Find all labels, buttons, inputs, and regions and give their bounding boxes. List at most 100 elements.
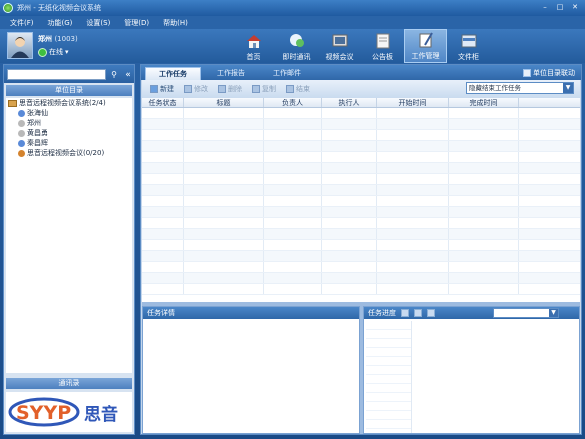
edit-progress-icon[interactable] [414, 309, 422, 317]
table-row[interactable] [142, 251, 580, 262]
dept-link-toggle[interactable]: 单位目录联动 [523, 68, 575, 78]
directory-header: 单位目录 [6, 85, 132, 96]
column-header[interactable]: 完成时间 [449, 98, 519, 107]
toolbar-chat[interactable]: 即时通讯 [275, 29, 318, 63]
progress-filter-select[interactable]: ▼ [493, 308, 559, 318]
user-icon [18, 129, 25, 137]
task-progress-panel: 任务进度 ▼ [363, 306, 580, 434]
tree-label: 思音远程视频会议系统(2/4) [19, 99, 106, 107]
online-status-icon [38, 47, 47, 57]
column-header[interactable]: 执行人 [322, 98, 377, 107]
task-filter-select[interactable]: 隐藏结束工作任务 ▼ [466, 82, 574, 94]
table-row[interactable] [142, 207, 580, 218]
delete-task-button[interactable]: 删除 [218, 84, 242, 94]
directory-tree: 思音远程视频会议系统(2/4) 张海仙 郑州 黄昌勇 秦昌辉 思音远程视频会议(… [6, 98, 132, 373]
edit-task-button[interactable]: 修改 [184, 84, 208, 94]
table-row[interactable] [142, 152, 580, 163]
chevron-down-icon: ▾ [65, 48, 69, 56]
tab-mail[interactable]: 工作邮件 [259, 67, 315, 80]
table-row[interactable] [142, 174, 580, 185]
tree-user[interactable]: 黄昌勇 [6, 128, 132, 138]
tab-bar: 工作任务 工作报告 工作邮件 单位目录联动 [141, 65, 581, 80]
menu-bar: 文件(F) 功能(G) 设置(S) 管理(D) 帮助(H) [0, 16, 585, 29]
tree-label: 秦昌辉 [27, 139, 48, 147]
table-row[interactable] [142, 196, 580, 207]
task-detail-panel: 任务详情 [142, 306, 360, 434]
table-row[interactable] [142, 262, 580, 273]
menu-file[interactable]: 文件(F) [10, 18, 34, 28]
title-bar[interactable]: 郑州 - 无纸化视频会议系统 – □ ✕ [0, 0, 585, 16]
progress-list [366, 321, 412, 433]
table-row[interactable] [142, 218, 580, 229]
contacts-header[interactable]: 通讯录 [6, 378, 132, 389]
table-row[interactable] [142, 240, 580, 251]
collapse-icon[interactable]: « [122, 70, 134, 80]
toolbar-home-label: 首页 [246, 53, 261, 61]
column-header[interactable]: 开始时间 [377, 98, 449, 107]
column-header[interactable]: 负责人 [264, 98, 322, 107]
task-progress-title: 任务进度 [368, 309, 396, 317]
copy-icon [252, 85, 260, 93]
task-icon [419, 32, 433, 48]
task-detail-header: 任务详情 [143, 307, 359, 319]
tree-root[interactable]: 思音远程视频会议系统(2/4) [6, 98, 132, 108]
task-filter-value: 隐藏结束工作任务 [469, 84, 521, 92]
finish-task-button[interactable]: 结束 [286, 84, 310, 94]
task-detail-title: 任务详情 [147, 309, 175, 317]
chevron-down-icon: ▼ [549, 309, 558, 317]
toolbar-cabinet-label: 文件柜 [458, 53, 479, 61]
tree-group[interactable]: 思音远程视频会议(0/20) [6, 148, 132, 158]
app-logo-icon [3, 3, 13, 13]
table-row[interactable] [142, 229, 580, 240]
close-button[interactable]: ✕ [569, 3, 581, 12]
column-header[interactable]: 标题 [184, 98, 264, 107]
status-selector[interactable]: 在线 ▾ [38, 47, 69, 57]
maximize-button[interactable]: □ [554, 3, 566, 12]
user-icon [18, 119, 25, 127]
table-row[interactable] [142, 141, 580, 152]
table-row[interactable] [142, 163, 580, 174]
column-header[interactable]: 任务状态 [142, 98, 184, 107]
svg-text:SYYP: SYYP [16, 402, 71, 424]
tree-user[interactable]: 张海仙 [6, 108, 132, 118]
add-progress-icon[interactable] [401, 309, 409, 317]
avatar[interactable] [7, 32, 33, 59]
toolbar-task[interactable]: 工作管理 [404, 29, 447, 63]
copy-task-button[interactable]: 复制 [252, 84, 276, 94]
menu-settings[interactable]: 设置(S) [86, 18, 110, 28]
menu-manage[interactable]: 管理(D) [124, 18, 149, 28]
tree-user[interactable]: 秦昌辉 [6, 138, 132, 148]
search-input[interactable] [7, 69, 106, 80]
table-row[interactable] [142, 119, 580, 130]
toolbar-home[interactable]: 首页 [232, 29, 275, 63]
chevron-down-icon: ▼ [563, 83, 573, 93]
tab-reports[interactable]: 工作报告 [203, 67, 259, 80]
table-row[interactable] [142, 108, 580, 119]
tree-label: 张海仙 [27, 109, 48, 117]
delete-progress-icon[interactable] [427, 309, 435, 317]
user-icon [18, 109, 25, 117]
new-icon [150, 85, 158, 93]
table-row[interactable] [142, 185, 580, 196]
table-row[interactable] [142, 130, 580, 141]
svg-text:思音: 思音 [84, 404, 118, 425]
toolbar-video[interactable]: 视频会议 [318, 29, 361, 63]
search-icon[interactable]: ⚲ [109, 70, 119, 80]
task-table: 任务状态 标题 负责人 执行人 开始时间 完成时间 [142, 98, 580, 302]
tab-tasks[interactable]: 工作任务 [145, 67, 201, 80]
task-toolbar: 新建 修改 删除 复制 结束 隐藏结束工作任务 ▼ [142, 80, 580, 98]
table-row[interactable] [142, 273, 580, 284]
minimize-button[interactable]: – [539, 3, 551, 12]
group-icon [18, 149, 25, 157]
toolbar-cabinet[interactable]: 文件柜 [447, 29, 490, 63]
menu-function[interactable]: 功能(G) [48, 18, 73, 28]
table-row[interactable] [142, 284, 580, 295]
menu-help[interactable]: 帮助(H) [163, 18, 188, 28]
new-task-button[interactable]: 新建 [150, 84, 174, 94]
tree-label: 郑州 [27, 119, 41, 127]
toolbar-board[interactable]: 公告板 [361, 29, 404, 63]
edit-icon [184, 85, 192, 93]
task-progress-header: 任务进度 ▼ [364, 307, 579, 319]
tree-user[interactable]: 郑州 [6, 118, 132, 128]
link-icon [523, 69, 531, 77]
